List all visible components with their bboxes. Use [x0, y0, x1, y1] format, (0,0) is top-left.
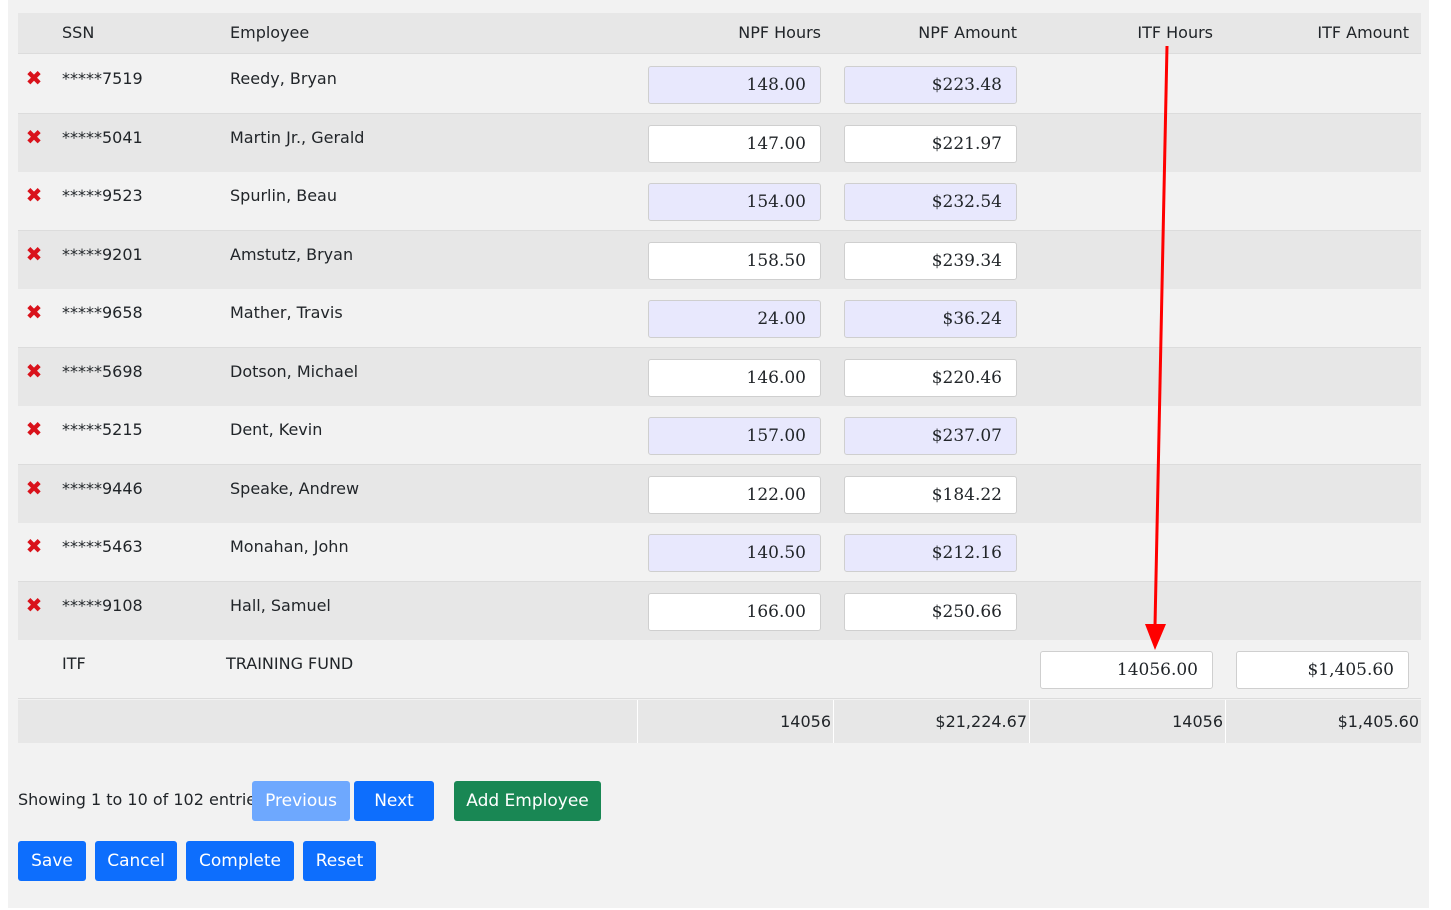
header-ssn: SSN [62, 23, 95, 42]
delete-x-icon[interactable]: ✖ [25, 361, 43, 381]
cancel-button[interactable]: Cancel [95, 841, 177, 881]
complete-button[interactable]: Complete [186, 841, 294, 881]
row-ssn: *****9201 [62, 245, 143, 264]
npf-amount-input[interactable]: $36.24 [844, 300, 1017, 338]
table-header: SSN Employee NPF Hours NPF Amount ITF Ho… [18, 13, 1421, 54]
npf-hours-input[interactable]: 146.00 [648, 359, 821, 397]
row-employee-name: Spurlin, Beau [230, 186, 337, 205]
npf-hours-input[interactable]: 140.50 [648, 534, 821, 572]
table-row: ✖ *****9201 Amstutz, Bryan 158.50 $239.34 [18, 231, 1421, 290]
previous-button[interactable]: Previous [252, 781, 350, 821]
delete-x-icon[interactable]: ✖ [25, 185, 43, 205]
table-row: ✖ *****9446 Speake, Andrew 122.00 $184.22 [18, 465, 1421, 524]
table-row: ✖ *****9658 Mather, Travis 24.00 $36.24 [18, 289, 1421, 348]
table-row: ✖ *****5698 Dotson, Michael 146.00 $220.46 [18, 348, 1421, 407]
delete-x-icon[interactable]: ✖ [25, 419, 43, 439]
row-ssn: *****9446 [62, 479, 143, 498]
itf-name: TRAINING FUND [226, 654, 354, 673]
header-itf-hours: ITF Hours [1137, 23, 1213, 42]
delete-x-icon[interactable]: ✖ [25, 536, 43, 556]
npf-amount-input[interactable]: $212.16 [844, 534, 1017, 572]
npf-hours-input[interactable]: 24.00 [648, 300, 821, 338]
delete-x-icon[interactable]: ✖ [25, 302, 43, 322]
next-button[interactable]: Next [354, 781, 434, 821]
npf-amount-input[interactable]: $250.66 [844, 593, 1017, 631]
save-button[interactable]: Save [18, 841, 86, 881]
npf-amount-input[interactable]: $223.48 [844, 66, 1017, 104]
row-employee-name: Monahan, John [230, 537, 349, 556]
row-employee-name: Reedy, Bryan [230, 69, 337, 88]
header-npf-hours: NPF Hours [738, 23, 821, 42]
npf-amount-input[interactable]: $237.07 [844, 417, 1017, 455]
add-employee-button[interactable]: Add Employee [454, 781, 601, 821]
itf-code: ITF [62, 654, 86, 673]
npf-amount-input[interactable]: $239.34 [844, 242, 1017, 280]
itf-hours-input[interactable]: 14056.00 [1040, 651, 1213, 689]
totals-row: 14056 $21,224.67 14056 $1,405.60 [18, 700, 1421, 743]
row-employee-name: Martin Jr., Gerald [230, 128, 365, 147]
row-ssn: *****9658 [62, 303, 143, 322]
row-ssn: *****9108 [62, 596, 143, 615]
delete-x-icon[interactable]: ✖ [25, 478, 43, 498]
npf-amount-input[interactable]: $221.97 [844, 125, 1017, 163]
itf-row: ITF TRAINING FUND 14056.00 $1,405.60 [18, 640, 1421, 699]
row-employee-name: Mather, Travis [230, 303, 343, 322]
total-itf-amount: $1,405.60 [1225, 700, 1421, 743]
header-employee: Employee [230, 23, 310, 42]
delete-x-icon[interactable]: ✖ [25, 68, 43, 88]
row-employee-name: Amstutz, Bryan [230, 245, 354, 264]
delete-x-icon[interactable]: ✖ [25, 244, 43, 264]
delete-x-icon[interactable]: ✖ [25, 595, 43, 615]
npf-hours-input[interactable]: 154.00 [648, 183, 821, 221]
npf-hours-input[interactable]: 157.00 [648, 417, 821, 455]
npf-amount-input[interactable]: $184.22 [844, 476, 1017, 514]
table-row: ✖ *****7519 Reedy, Bryan 148.00 $223.48 [18, 55, 1421, 114]
npf-amount-input[interactable]: $232.54 [844, 183, 1017, 221]
table-row: ✖ *****9108 Hall, Samuel 166.00 $250.66 [18, 582, 1421, 641]
delete-x-icon[interactable]: ✖ [25, 127, 43, 147]
row-employee-name: Dent, Kevin [230, 420, 323, 439]
row-ssn: *****7519 [62, 69, 143, 88]
header-itf-amount: ITF Amount [1317, 23, 1409, 42]
npf-hours-input[interactable]: 147.00 [648, 125, 821, 163]
reset-button[interactable]: Reset [303, 841, 376, 881]
itf-amount-input[interactable]: $1,405.60 [1236, 651, 1409, 689]
row-employee-name: Dotson, Michael [230, 362, 359, 381]
table-row: ✖ *****5215 Dent, Kevin 157.00 $237.07 [18, 406, 1421, 465]
row-ssn: *****5041 [62, 128, 143, 147]
table-row: ✖ *****9523 Spurlin, Beau 154.00 $232.54 [18, 172, 1421, 231]
npf-hours-input[interactable]: 166.00 [648, 593, 821, 631]
header-npf-amount: NPF Amount [918, 23, 1017, 42]
row-ssn: *****5215 [62, 420, 143, 439]
row-employee-name: Speake, Andrew [230, 479, 360, 498]
table-row: ✖ *****5463 Monahan, John 140.50 $212.16 [18, 523, 1421, 582]
row-ssn: *****5698 [62, 362, 143, 381]
pagination-info: Showing 1 to 10 of 102 entries [18, 790, 265, 809]
total-itf-hours: 14056 [1029, 700, 1225, 743]
total-npf-amount: $21,224.67 [833, 700, 1029, 743]
npf-hours-input[interactable]: 148.00 [648, 66, 821, 104]
npf-hours-input[interactable]: 122.00 [648, 476, 821, 514]
row-employee-name: Hall, Samuel [230, 596, 331, 615]
npf-hours-input[interactable]: 158.50 [648, 242, 821, 280]
npf-amount-input[interactable]: $220.46 [844, 359, 1017, 397]
table-row: ✖ *****5041 Martin Jr., Gerald 147.00 $221.9… [18, 114, 1421, 173]
total-npf-hours: 14056 [637, 700, 833, 743]
row-ssn: *****5463 [62, 537, 143, 556]
row-ssn: *****9523 [62, 186, 143, 205]
